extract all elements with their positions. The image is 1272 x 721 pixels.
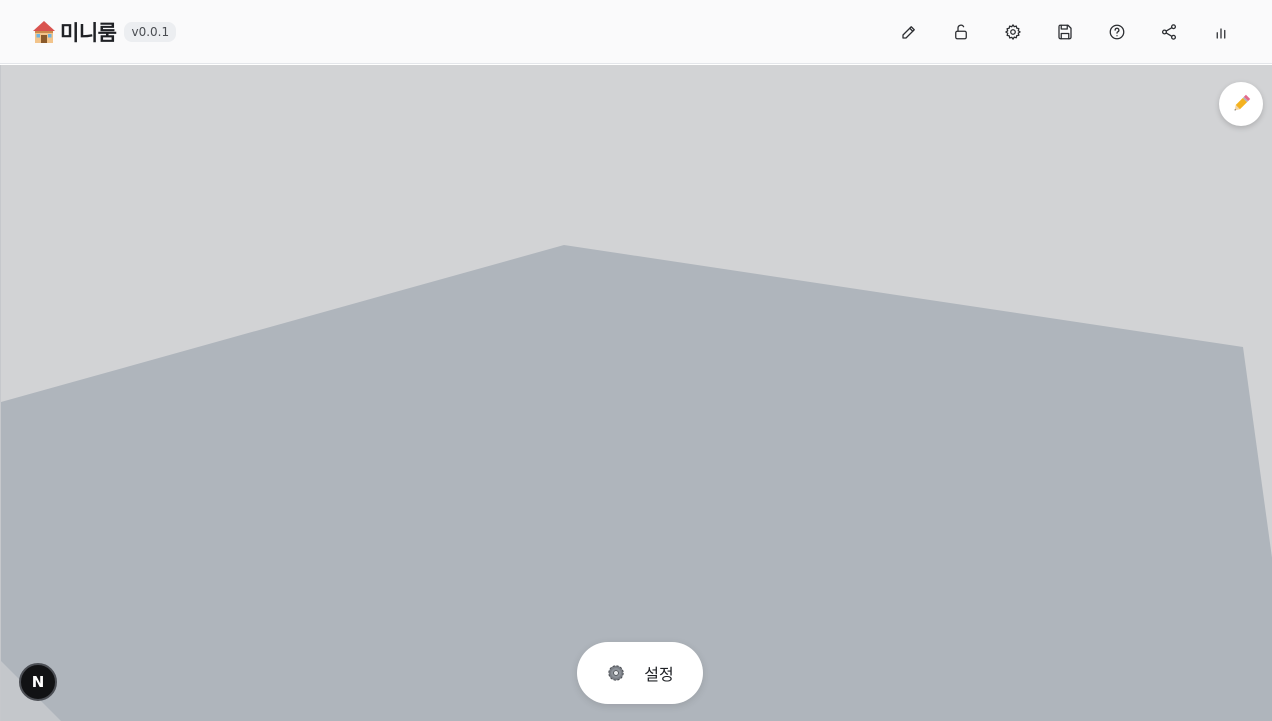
gear-emoji-icon [608,665,624,681]
pencil-icon [902,26,915,39]
room-canvas[interactable] [0,65,1272,721]
toolbar [889,12,1253,52]
room-scene [1,245,1272,721]
share-icon [1161,24,1177,40]
lock-toggle-button[interactable] [941,12,981,52]
app-header: 미니룸 v0.0.1 [0,0,1272,64]
edit-mode-button[interactable] [889,12,929,52]
save-button[interactable] [1045,12,1085,52]
stats-button[interactable] [1201,12,1241,52]
stats-icon [1216,28,1226,39]
pencil-emoji-icon [1234,94,1251,111]
share-button[interactable] [1149,12,1189,52]
help-button[interactable] [1097,12,1137,52]
dev-indicator-badge[interactable]: N [19,663,57,701]
brand: 미니룸 v0.0.1 [31,16,177,48]
settings-label: 설정 [644,665,674,684]
unlock-icon [955,24,967,40]
save-icon [1058,24,1072,40]
app-title: 미니룸 [60,21,117,45]
house-icon [33,21,55,43]
help-icon [1109,24,1125,40]
settings-button[interactable] [993,12,1033,52]
edit-room-button[interactable] [1219,82,1263,126]
version-badge: v0.0.1 [124,22,177,42]
gear-icon [1005,24,1021,40]
settings-toggle-button[interactable]: 설정 [577,642,703,704]
